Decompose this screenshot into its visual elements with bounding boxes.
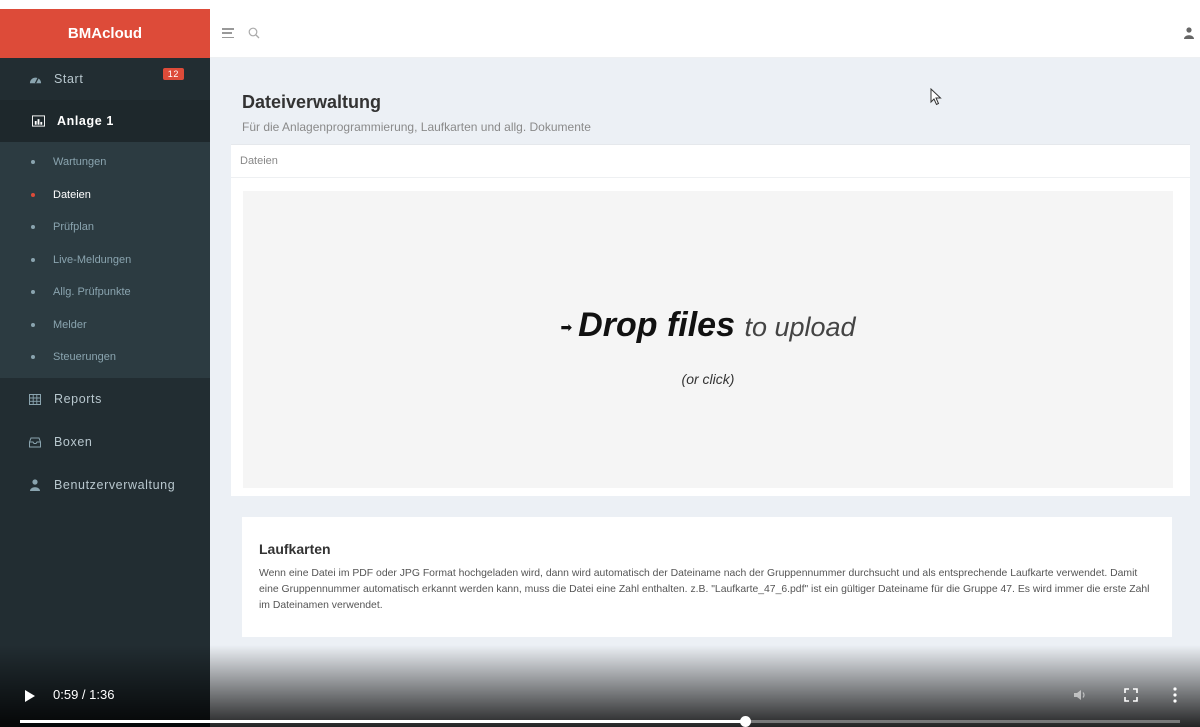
sidebar-menu: Start 12 Anlage 1 bbox=[0, 58, 210, 142]
bullet-icon bbox=[31, 225, 35, 230]
video-progress-fill bbox=[20, 720, 745, 723]
submenu-label: Live-Meldungen bbox=[53, 253, 132, 266]
sidebar: BMAcloud Start 12 Anlage 1 Wartungen Dat… bbox=[0, 9, 210, 727]
bullet-icon bbox=[31, 322, 35, 327]
page-title: Dateiverwaltung bbox=[242, 92, 382, 112]
bullet-icon bbox=[31, 257, 35, 262]
sidebar-item-anlage-1[interactable]: Anlage 1 bbox=[0, 100, 210, 142]
dropzone-subtext: (or click) bbox=[681, 371, 735, 387]
video-controls: 0:59 / 1:36 bbox=[0, 645, 1200, 727]
sidebar-menu-lower: Reports Boxen Benutzerverwaltung bbox=[0, 378, 210, 507]
file-dropzone[interactable]: ➡ Drop files to upload (or click) bbox=[243, 191, 1173, 488]
laufkarten-title: Laufkarten bbox=[259, 541, 331, 557]
sidebar-submenu: Wartungen Dateien Prüfplan Live-Meldunge… bbox=[0, 142, 210, 378]
main-content: Dateiverwaltung Für die Anlagenprogrammi… bbox=[210, 58, 1200, 727]
arrow-right-icon: ➡ bbox=[560, 318, 573, 335]
sidebar-item-label: Start bbox=[54, 72, 84, 86]
laufkarten-description: Wenn eine Datei im PDF oder JPG Format h… bbox=[259, 568, 1150, 611]
submenu-label: Allg. Prüfpunkte bbox=[53, 286, 131, 299]
sidebar-item-label: Benutzerverwaltung bbox=[54, 478, 176, 492]
dropzone-light-text: to upload bbox=[744, 312, 856, 342]
bullet-icon bbox=[31, 290, 35, 295]
page-subtitle: Für die Anlagenprogrammierung, Laufkarte… bbox=[242, 120, 591, 134]
box-icon bbox=[28, 435, 42, 449]
submenu-item-melder[interactable]: Melder bbox=[0, 309, 210, 342]
submenu-item-live-meldungen[interactable]: Live-Meldungen bbox=[0, 244, 210, 277]
top-header bbox=[210, 9, 1200, 58]
submenu-label: Wartungen bbox=[53, 156, 107, 169]
app-frame: BMAcloud Start 12 Anlage 1 Wartungen Dat… bbox=[0, 0, 1200, 727]
sidebar-item-boxen[interactable]: Boxen bbox=[0, 421, 210, 464]
table-icon bbox=[28, 392, 42, 406]
mouse-cursor-icon bbox=[930, 88, 942, 106]
dashboard-icon bbox=[28, 72, 42, 86]
sidebar-item-label: Anlage 1 bbox=[57, 114, 114, 128]
bullet-icon bbox=[31, 355, 35, 360]
submenu-label: Dateien bbox=[53, 188, 91, 201]
sidebar-item-label: Boxen bbox=[54, 435, 93, 449]
sidebar-item-label: Reports bbox=[54, 392, 102, 406]
submenu-label: Melder bbox=[53, 318, 87, 331]
more-options-icon[interactable] bbox=[1172, 687, 1178, 703]
files-box: Dateien ➡ Drop files to upload (or click) bbox=[231, 144, 1190, 496]
top-border bbox=[0, 0, 1200, 9]
play-icon[interactable] bbox=[25, 690, 35, 702]
sidebar-item-benutzerverwaltung[interactable]: Benutzerverwaltung bbox=[0, 464, 210, 507]
files-box-header: Dateien bbox=[231, 145, 1190, 178]
user-icon bbox=[28, 478, 42, 492]
submenu-item-pruefplan[interactable]: Prüfplan bbox=[0, 211, 210, 244]
notification-badge: 12 bbox=[162, 68, 184, 80]
chart-icon bbox=[31, 114, 45, 128]
user-account-icon[interactable] bbox=[1184, 27, 1194, 39]
sidebar-item-reports[interactable]: Reports bbox=[0, 378, 210, 421]
fullscreen-icon[interactable] bbox=[1124, 688, 1138, 702]
search-icon[interactable] bbox=[248, 27, 260, 39]
hamburger-menu-icon[interactable] bbox=[222, 28, 234, 38]
bullet-icon bbox=[31, 192, 35, 197]
brand-logo[interactable]: BMAcloud bbox=[0, 9, 210, 58]
submenu-item-dateien[interactable]: Dateien bbox=[0, 179, 210, 212]
submenu-item-wartungen[interactable]: Wartungen bbox=[0, 146, 210, 179]
laufkarten-box: Laufkarten Wenn eine Datei im PDF oder J… bbox=[242, 517, 1172, 637]
bullet-icon bbox=[31, 160, 35, 165]
dropzone-message: ➡ Drop files to upload bbox=[243, 306, 1173, 345]
video-progress-bar[interactable] bbox=[20, 716, 1180, 727]
submenu-item-allg-pruefpunkte[interactable]: Allg. Prüfpunkte bbox=[0, 276, 210, 309]
volume-icon[interactable] bbox=[1073, 688, 1087, 702]
submenu-label: Steuerungen bbox=[53, 351, 116, 364]
submenu-label: Prüfplan bbox=[53, 221, 94, 234]
dropzone-strong-text: Drop files bbox=[578, 306, 735, 344]
submenu-item-steuerungen[interactable]: Steuerungen bbox=[0, 341, 210, 374]
video-time: 0:59 / 1:36 bbox=[53, 687, 115, 702]
video-progress-handle[interactable] bbox=[740, 716, 751, 727]
sidebar-item-start[interactable]: Start 12 bbox=[0, 58, 210, 100]
